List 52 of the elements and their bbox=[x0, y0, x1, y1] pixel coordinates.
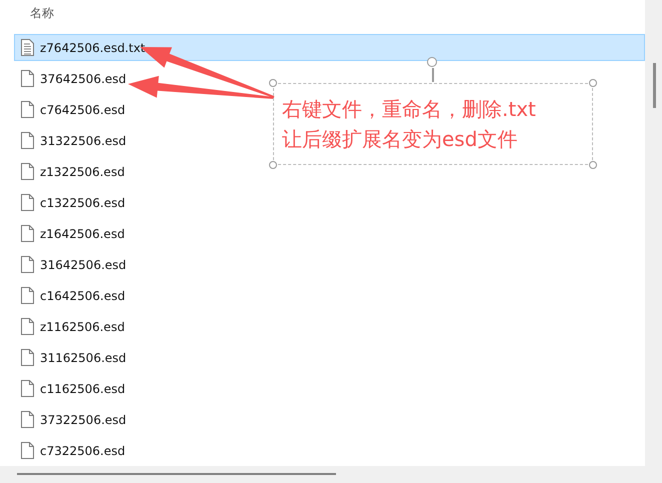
file-row[interactable]: 31162506.esd bbox=[14, 344, 134, 371]
text-file-icon bbox=[21, 39, 34, 56]
file-name: 37322506.esd bbox=[40, 412, 126, 426]
file-row[interactable]: z1162506.esd bbox=[14, 313, 132, 340]
resize-handle[interactable] bbox=[589, 79, 597, 87]
resize-handle[interactable] bbox=[269, 161, 277, 169]
file-icon bbox=[21, 349, 34, 366]
resize-handle[interactable] bbox=[269, 79, 277, 87]
file-name: z1162506.esd bbox=[40, 320, 125, 334]
file-row[interactable]: z1322506.esd bbox=[14, 158, 132, 185]
file-row[interactable]: c7322506.esd bbox=[14, 437, 132, 464]
file-row[interactable]: z1642506.esd bbox=[14, 220, 132, 247]
file-name: c7322506.esd bbox=[40, 444, 126, 458]
file-name: z1322506.esd bbox=[40, 164, 125, 178]
file-row[interactable]: 37642506.esd bbox=[14, 65, 134, 92]
rotate-handle[interactable] bbox=[427, 57, 438, 82]
file-row[interactable]: c1322506.esd bbox=[14, 189, 132, 216]
file-name: z1642506.esd bbox=[40, 226, 125, 240]
file-icon bbox=[21, 442, 34, 459]
file-name: c1642506.esd bbox=[40, 288, 126, 302]
file-name: 37642506.esd bbox=[40, 72, 126, 86]
file-name: c7642506.esd bbox=[40, 102, 126, 116]
file-icon bbox=[21, 318, 34, 335]
file-icon bbox=[21, 287, 34, 304]
resize-handle[interactable] bbox=[589, 161, 597, 169]
callout-text: 右键文件，重命名，删除.txt bbox=[282, 96, 537, 123]
scrollbar-thumb[interactable] bbox=[17, 473, 336, 475]
file-icon bbox=[21, 194, 34, 211]
file-row[interactable]: 37322506.esd bbox=[14, 406, 134, 433]
file-icon bbox=[21, 163, 34, 180]
file-row[interactable]: z7642506.esd.txt bbox=[14, 34, 645, 61]
column-header[interactable]: 名称 bbox=[30, 5, 54, 22]
file-icon bbox=[21, 132, 34, 149]
file-icon bbox=[21, 225, 34, 242]
file-row[interactable]: c1642506.esd bbox=[14, 282, 132, 309]
file-icon bbox=[21, 101, 34, 118]
file-icon bbox=[21, 256, 34, 273]
file-name: c1322506.esd bbox=[40, 196, 126, 210]
file-name: 31322506.esd bbox=[40, 134, 126, 148]
file-icon bbox=[21, 70, 34, 87]
file-row[interactable]: c1162506.esd bbox=[14, 375, 132, 402]
file-name: 31162506.esd bbox=[40, 350, 126, 364]
scrollbar-thumb[interactable] bbox=[653, 63, 656, 108]
file-name: 31642506.esd bbox=[40, 258, 126, 272]
file-row[interactable]: 31322506.esd bbox=[14, 127, 134, 154]
file-icon bbox=[21, 411, 34, 428]
file-row[interactable]: 31642506.esd bbox=[14, 251, 134, 278]
file-row[interactable]: c7642506.esd bbox=[14, 96, 132, 123]
file-icon bbox=[21, 380, 34, 397]
callout-text: 让后缀扩展名变为esd文件 bbox=[282, 126, 518, 153]
file-name: z7642506.esd.txt bbox=[40, 40, 146, 54]
file-name: c1162506.esd bbox=[40, 382, 126, 396]
